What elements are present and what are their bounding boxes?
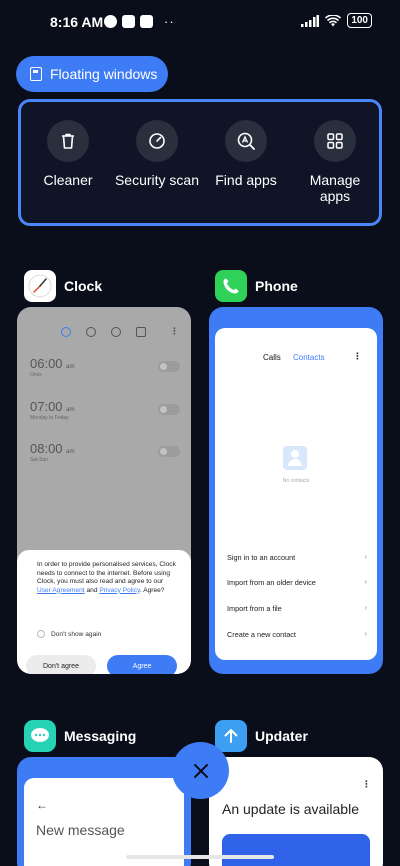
list-item[interactable]: Import from an older device › xyxy=(227,577,367,587)
signal-icon xyxy=(301,14,320,27)
alarm-toggle[interactable] xyxy=(158,446,180,457)
list-item[interactable]: Sign in to an account › xyxy=(227,552,367,562)
world-clock-tab-icon[interactable] xyxy=(86,327,96,337)
manage-apps-label: Manage apps xyxy=(309,172,361,204)
phone-app-preview: Calls Contacts ⋮ No contacts Sign in to … xyxy=(215,328,377,660)
privacy-policy-link[interactable]: Privacy Policy xyxy=(99,587,140,594)
phone-app-card[interactable]: Calls Contacts ⋮ No contacts Sign in to … xyxy=(209,307,383,674)
messaging-app-preview: ← New message xyxy=(24,778,184,866)
dont-agree-button[interactable]: Don't agree xyxy=(26,655,96,674)
back-arrow-icon[interactable]: ← xyxy=(36,798,48,812)
battery-indicator: 100 xyxy=(347,13,372,28)
clock-app-card[interactable]: ⋮ 06:00 am Once 07:00 am Monday to Frida… xyxy=(17,307,191,674)
manage-apps-tool[interactable]: Manage apps xyxy=(291,120,379,204)
updater-app-card[interactable]: ⋮ An update is available xyxy=(209,757,383,866)
floating-window-icon xyxy=(30,67,42,81)
alarm-tab-icon[interactable] xyxy=(61,327,71,337)
updater-app-header[interactable]: Updater xyxy=(215,720,308,752)
alarm-item[interactable]: 06:00 am Once xyxy=(30,356,180,378)
clock-app-name: Clock xyxy=(64,278,103,294)
alarm-item[interactable]: 08:00 am Sat-Sun xyxy=(30,441,180,463)
notification-app-icon xyxy=(140,15,153,28)
contact-placeholder-icon xyxy=(283,446,307,470)
grid-icon xyxy=(327,133,343,149)
timer-tab-icon[interactable] xyxy=(136,327,146,337)
no-contacts-text: No contacts xyxy=(282,478,310,484)
floating-windows-label: Floating windows xyxy=(50,66,158,82)
clock-tab-bar: ⋮ xyxy=(17,326,191,347)
trash-icon xyxy=(62,133,74,149)
clock-app-icon xyxy=(24,270,56,302)
clear-all-button[interactable] xyxy=(172,742,229,799)
wifi-icon xyxy=(325,14,342,26)
phone-app-icon xyxy=(215,270,247,302)
status-overflow: ·· xyxy=(164,14,175,29)
messaging-app-icon xyxy=(24,720,56,752)
status-bar: 8:16 AM ·· 100 xyxy=(0,0,400,40)
update-banner-image xyxy=(222,834,370,866)
find-apps-tool[interactable]: Find apps xyxy=(202,120,290,188)
gauge-icon xyxy=(149,133,165,149)
phone-menu-icon[interactable]: ⋮ xyxy=(353,351,362,362)
phone-app-header[interactable]: Phone xyxy=(215,270,298,302)
status-system-icons: 100 xyxy=(301,13,372,28)
list-item[interactable]: Import from a file › xyxy=(227,603,367,613)
cleaner-label: Cleaner xyxy=(43,172,93,188)
agree-button[interactable]: Agree xyxy=(107,655,177,674)
security-scan-label: Security scan xyxy=(114,172,200,188)
tab-calls[interactable]: Calls xyxy=(263,353,281,362)
clock-menu-icon[interactable]: ⋮ xyxy=(170,326,179,337)
quick-tools-panel: Cleaner Security scan Find apps Manage a… xyxy=(18,99,382,226)
update-available-title: An update is available xyxy=(222,801,359,817)
user-agreement-link[interactable]: User Agreement xyxy=(37,587,85,594)
updater-menu-icon[interactable]: ⋮ xyxy=(362,779,371,790)
dont-show-again-checkbox[interactable]: Don't show again xyxy=(37,630,101,638)
updater-app-icon xyxy=(215,720,247,752)
stopwatch-tab-icon[interactable] xyxy=(111,327,121,337)
security-scan-tool[interactable]: Security scan xyxy=(113,120,201,188)
floating-windows-button[interactable]: Floating windows xyxy=(16,56,168,92)
status-time: 8:16 AM xyxy=(50,14,104,30)
consent-text: In order to provide personalised service… xyxy=(37,561,176,594)
home-indicator[interactable] xyxy=(126,855,274,859)
cleaner-tool[interactable]: Cleaner xyxy=(24,120,112,188)
alarm-toggle[interactable] xyxy=(158,361,180,372)
upload-icon xyxy=(122,15,135,28)
status-notification-icons: ·· xyxy=(104,14,175,29)
alarm-toggle[interactable] xyxy=(158,404,180,415)
chevron-right-icon: › xyxy=(364,552,367,561)
data-saver-icon xyxy=(104,15,117,28)
list-item[interactable]: Create a new contact › xyxy=(227,629,367,639)
find-apps-label: Find apps xyxy=(215,172,277,188)
clock-app-header[interactable]: Clock xyxy=(24,270,102,302)
close-icon xyxy=(193,763,208,778)
phone-app-name: Phone xyxy=(255,278,298,294)
new-message-title: New message xyxy=(36,822,125,838)
updater-app-name: Updater xyxy=(255,728,308,744)
search-app-icon xyxy=(237,132,255,150)
messaging-app-card[interactable]: ← New message xyxy=(17,757,191,866)
messaging-app-name: Messaging xyxy=(64,728,137,744)
consent-dialog: In order to provide personalised service… xyxy=(17,550,191,674)
messaging-app-header[interactable]: Messaging xyxy=(24,720,136,752)
tab-contacts[interactable]: Contacts xyxy=(293,353,325,362)
checkbox-icon xyxy=(37,630,45,638)
chevron-right-icon: › xyxy=(364,577,367,586)
chevron-right-icon: › xyxy=(364,603,367,612)
alarm-item[interactable]: 07:00 am Monday to Friday xyxy=(30,399,180,421)
chevron-right-icon: › xyxy=(364,629,367,638)
